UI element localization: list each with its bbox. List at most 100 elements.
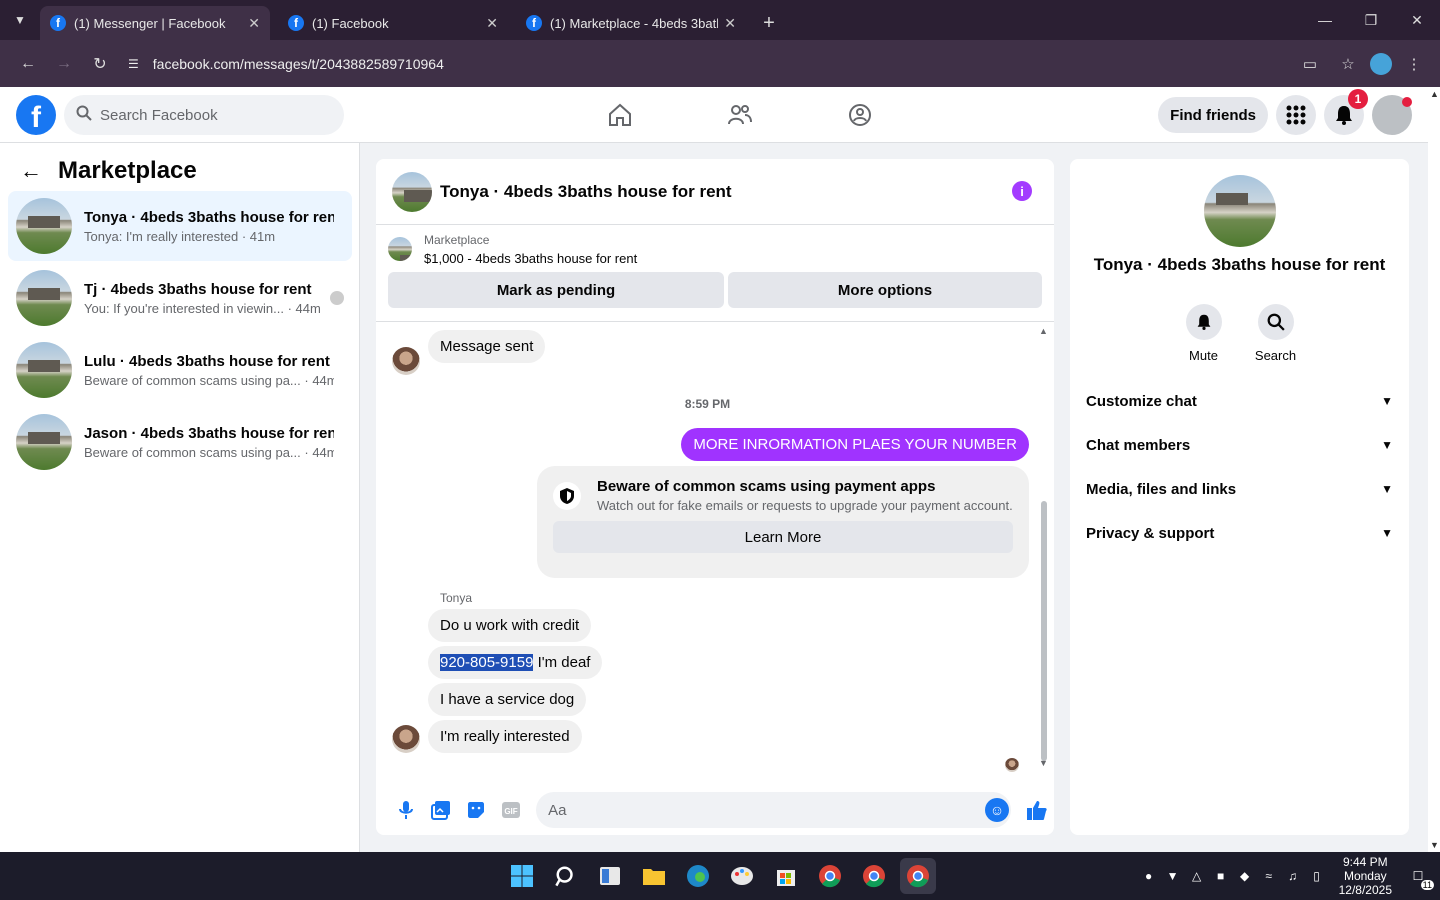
conversation-preview: Tonya: I'm really interested · 41m <box>84 228 276 244</box>
url-field[interactable]: ☰ facebook.com/messages/t/20438825897109… <box>118 47 1294 81</box>
chrome-profile-2-icon[interactable] <box>856 858 892 894</box>
scroll-down-icon[interactable]: ▼ <box>1430 840 1439 850</box>
tray-app-icon[interactable]: ● <box>1141 868 1157 884</box>
close-tab-icon[interactable]: ✕ <box>248 15 260 32</box>
chat-title[interactable]: Tonya · 4beds 3baths house for rent <box>440 182 732 202</box>
search-conversation-button[interactable]: Search <box>1255 304 1296 363</box>
restore-icon[interactable]: ❐ <box>1348 0 1394 40</box>
emoji-icon[interactable]: ☺ <box>985 798 1009 822</box>
chevron-down-icon: ▼ <box>1381 526 1393 540</box>
details-avatar[interactable] <box>1204 175 1276 247</box>
tab-marketplace[interactable]: f (1) Marketplace - 4beds 3baths ✕ <box>516 6 746 40</box>
windows-start-icon[interactable] <box>504 858 540 894</box>
account-avatar[interactable] <box>1372 95 1412 135</box>
tab-title: (1) Marketplace - 4beds 3baths <box>550 15 719 31</box>
scroll-up-icon[interactable]: ▲ <box>1039 326 1048 336</box>
tray-app-icon[interactable]: △ <box>1189 868 1205 884</box>
tray-app-icon[interactable]: ▼ <box>1165 868 1181 884</box>
tray-app-icon[interactable]: ■ <box>1213 868 1229 884</box>
clock[interactable]: 9:44 PM Monday 12/8/2025 <box>1339 855 1392 897</box>
chat-avatar[interactable] <box>392 171 432 212</box>
thread-scrollbar[interactable]: ▲ ▼ <box>1039 326 1048 768</box>
microsoft-store-icon[interactable] <box>768 858 804 894</box>
tab-title: (1) Messenger | Facebook <box>74 15 226 31</box>
paint-app-icon[interactable] <box>724 858 760 894</box>
volume-icon[interactable]: ♫ <box>1285 868 1301 884</box>
section-label: Media, files and links <box>1086 480 1237 498</box>
chrome-profile-1-icon[interactable] <box>812 858 848 894</box>
bookmark-star-icon[interactable]: ☆ <box>1332 48 1364 80</box>
media-files-links-section[interactable]: Media, files and links ▼ <box>1086 467 1393 511</box>
close-tab-icon[interactable]: ✕ <box>724 15 736 32</box>
tab-facebook[interactable]: f (1) Facebook ✕ <box>278 6 508 40</box>
chrome-active-icon[interactable] <box>900 858 936 894</box>
close-tab-icon[interactable]: ✕ <box>486 15 498 32</box>
site-info-icon[interactable]: ☰ <box>128 57 139 71</box>
minimize-icon[interactable]: — <box>1302 0 1348 40</box>
back-icon[interactable]: ← <box>10 46 46 82</box>
install-app-icon[interactable]: ▭ <box>1294 48 1326 80</box>
microphone-icon[interactable] <box>388 792 423 828</box>
notification-badge: 1 <box>1348 89 1368 109</box>
conversation-tj[interactable]: Tj · 4beds 3baths house for rent You: If… <box>8 263 352 333</box>
battery-icon[interactable]: ▯ <box>1309 868 1325 884</box>
search-input[interactable]: Search Facebook <box>64 95 344 135</box>
info-icon[interactable]: i <box>1012 181 1032 201</box>
back-arrow-icon[interactable]: ← <box>20 158 42 184</box>
forward-icon[interactable]: → <box>46 46 82 82</box>
notification-center-icon[interactable]: ☐ 11 <box>1406 864 1434 890</box>
tab-messenger[interactable]: f (1) Messenger | Facebook ✕ <box>40 6 270 40</box>
scroll-down-icon[interactable]: ▼ <box>1039 758 1048 768</box>
mute-button[interactable]: Mute <box>1185 304 1222 363</box>
bell-icon <box>1185 304 1222 340</box>
tray-app-icon[interactable]: ◆ <box>1237 868 1253 884</box>
menu-grid-icon[interactable] <box>1276 95 1316 135</box>
gif-icon[interactable]: GIF <box>493 792 528 828</box>
main-nav <box>560 87 920 143</box>
find-friends-button[interactable]: Find friends <box>1158 97 1268 133</box>
close-window-icon[interactable]: ✕ <box>1394 0 1440 40</box>
message-bubble-phone: 920-805-9159 I'm deaf <box>428 646 603 679</box>
page-scrollbar[interactable]: ▲ ▼ <box>1428 87 1440 852</box>
friends-icon[interactable] <box>680 87 800 143</box>
photo-icon[interactable] <box>423 792 458 828</box>
privacy-support-section[interactable]: Privacy & support ▼ <box>1086 511 1393 555</box>
listing-thumbnail[interactable] <box>388 237 412 261</box>
edge-browser-icon[interactable] <box>680 858 716 894</box>
mark-as-pending-button[interactable]: Mark as pending <box>388 272 724 308</box>
browser-profile-avatar[interactable] <box>1370 52 1392 75</box>
widgets-icon[interactable] <box>592 858 628 894</box>
groups-icon[interactable] <box>800 87 920 143</box>
wifi-icon[interactable]: ≈ <box>1261 868 1277 884</box>
conversation-lulu[interactable]: Lulu · 4beds 3baths house for rent Bewar… <box>8 335 352 405</box>
thumbs-up-icon[interactable] <box>1019 792 1054 828</box>
tab-search-menu-icon[interactable]: ▼ <box>0 0 40 40</box>
more-options-button[interactable]: More options <box>728 272 1042 308</box>
file-explorer-icon[interactable] <box>636 858 672 894</box>
new-tab-icon[interactable]: + <box>754 6 784 40</box>
sender-avatar[interactable] <box>392 347 420 375</box>
svg-text:GIF: GIF <box>504 807 517 816</box>
learn-more-button[interactable]: Learn More <box>553 521 1013 553</box>
home-icon[interactable] <box>560 87 680 143</box>
search-placeholder: Search Facebook <box>100 106 218 124</box>
customize-chat-section[interactable]: Customize chat ▼ <box>1086 379 1393 423</box>
scroll-up-icon[interactable]: ▲ <box>1430 89 1439 99</box>
listing-banner: Marketplace $1,000 - 4beds 3baths house … <box>376 225 1054 308</box>
sender-avatar[interactable] <box>392 725 420 753</box>
sidebar-header: ← Marketplace <box>20 157 197 185</box>
browser-menu-icon[interactable]: ⋮ <box>1398 48 1430 80</box>
url-text: facebook.com/messages/t/2043882589710964 <box>152 55 444 72</box>
seen-avatar-icon <box>330 291 344 305</box>
reload-icon[interactable]: ↻ <box>82 46 118 82</box>
sticker-icon[interactable] <box>458 792 493 828</box>
conversation-jason[interactable]: Jason · 4beds 3baths house for rent Bewa… <box>8 407 352 477</box>
chat-members-section[interactable]: Chat members ▼ <box>1086 423 1393 467</box>
facebook-logo-icon[interactable]: f <box>16 95 56 135</box>
message-input[interactable]: Aa ☺ <box>536 792 1011 828</box>
search-icon[interactable] <box>548 858 584 894</box>
scrollbar-thumb[interactable] <box>1041 501 1047 761</box>
notifications-button[interactable]: 1 <box>1324 89 1368 135</box>
conversation-tonya[interactable]: Tonya · 4beds 3baths house for rent Tony… <box>8 191 352 261</box>
listing-price-title[interactable]: $1,000 - 4beds 3baths house for rent <box>424 251 637 266</box>
